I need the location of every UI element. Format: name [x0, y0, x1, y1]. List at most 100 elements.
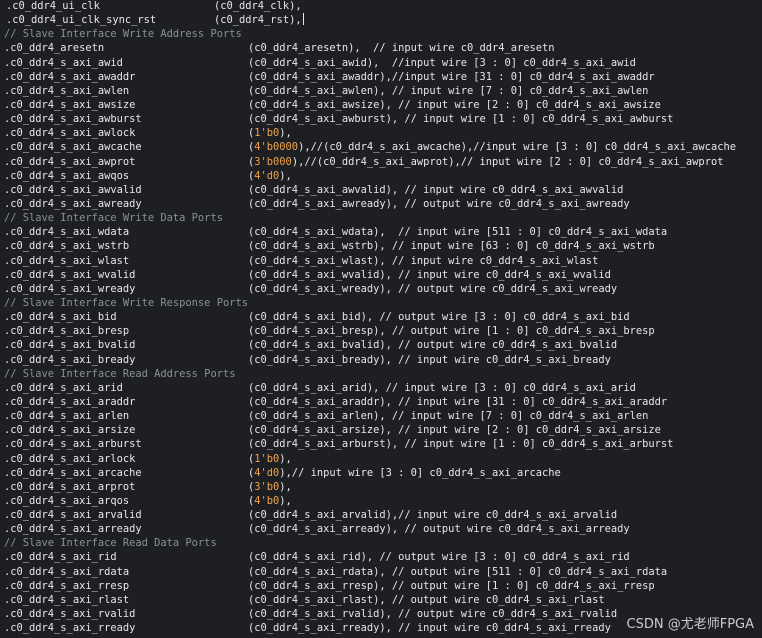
code-line[interactable]: .c0_ddr4_s_axi_wvalid (c0_ddr4_s_axi_wval…: [0, 268, 762, 282]
port-name: .c0_ddr4_s_axi_arid: [4, 381, 123, 394]
port-name: .c0_ddr4_s_axi_awburst: [4, 113, 142, 126]
connection-text: (c0_ddr4_s_axi_rready), // input wire c0…: [248, 622, 611, 635]
code-line[interactable]: .c0_ddr4_s_axi_awvalid (c0_ddr4_s_axi_awv…: [0, 183, 762, 197]
comment-text: // Slave Interface Write Address Ports: [4, 28, 242, 41]
port-connection: (c0_ddr4_s_axi_wstrb), // input wire [63…: [248, 239, 655, 253]
comment-text: // Slave Interface Write Response Ports: [4, 296, 248, 309]
port-name: .c0_ddr4_s_axi_rlast: [4, 593, 130, 606]
code-line[interactable]: .c0_ddr4_s_axi_rid (c0_ddr4_s_axi_rid), /…: [0, 550, 762, 564]
code-line[interactable]: .c0_ddr4_s_axi_rresp (c0_ddr4_s_axi_rresp…: [0, 579, 762, 593]
port-connection: (c0_ddr4_s_axi_awlen), // input wire [7 …: [248, 84, 648, 98]
code-line[interactable]: .c0_ddr4_s_axi_bvalid (c0_ddr4_s_axi_bval…: [0, 338, 762, 352]
code-line[interactable]: .c0_ddr4_s_axi_awready (c0_ddr4_s_axi_awr…: [0, 197, 762, 211]
code-comment-line[interactable]: // Slave Interface Read Data Ports: [0, 536, 762, 550]
port-connection: (c0_ddr4_s_axi_wlast), // input wire c0_…: [248, 254, 598, 268]
port-name: .c0_ddr4_s_axi_rresp: [4, 579, 130, 592]
code-line[interactable]: .c0_ddr4_aresetn (c0_ddr4_aresetn), // in…: [0, 41, 762, 55]
code-line[interactable]: .c0_ddr4_s_axi_arready (c0_ddr4_s_axi_arr…: [0, 522, 762, 536]
connection-text: (c0_ddr4_s_axi_rid), // output wire [3 :…: [248, 551, 630, 564]
code-line[interactable]: .c0_ddr4_s_axi_arvalid (c0_ddr4_s_axi_arv…: [0, 508, 762, 522]
connection-text: (c0_ddr4_aresetn), // input wire c0_ddr4…: [248, 42, 555, 55]
code-comment-line[interactable]: // Slave Interface Read Address Ports: [0, 367, 762, 381]
code-line[interactable]: .c0_ddr4_s_axi_awaddr (c0_ddr4_s_axi_awad…: [0, 70, 762, 84]
literal-value: 4'b0: [254, 494, 280, 507]
code-line[interactable]: .c0_ddr4_s_axi_awlock (1'b0),: [0, 126, 762, 140]
code-line[interactable]: .c0_ddr4_ui_clk_sync_rst (c0_ddr4_rst),: [0, 13, 762, 27]
port-connection: (c0_ddr4_s_axi_awsize), // input wire [2…: [248, 98, 661, 112]
code-line[interactable]: .c0_ddr4_s_axi_wdata (c0_ddr4_s_axi_wdata…: [0, 225, 762, 239]
connection-text: (c0_ddr4_s_axi_awburst), // input wire […: [248, 113, 674, 126]
connection-text: (c0_ddr4_s_axi_arburst), // input wire […: [248, 438, 674, 451]
code-line[interactable]: .c0_ddr4_s_axi_arsize (c0_ddr4_s_axi_arsi…: [0, 423, 762, 437]
code-line[interactable]: .c0_ddr4_s_axi_arcache (4'd0),// input wi…: [0, 466, 762, 480]
connection-text: (c0_ddr4_s_axi_awsize), // input wire [2…: [248, 98, 661, 111]
port-connection: (c0_ddr4_s_axi_rvalid), // output wire c…: [248, 607, 617, 621]
code-editor[interactable]: .c0_ddr4_ui_clk (c0_ddr4_clk), .c0_ddr4_ui…: [0, 0, 762, 635]
code-line[interactable]: .c0_ddr4_s_axi_arid (c0_ddr4_s_axi_arid),…: [0, 381, 762, 395]
literal-value: 4'b0000: [254, 141, 299, 154]
connection-text: (c0_ddr4_s_axi_bid), // output wire [3 :…: [248, 311, 630, 324]
port-connection: (c0_ddr4_s_axi_bvalid), // output wire c…: [248, 338, 617, 352]
connection-text: (c0_ddr4_s_axi_rresp), // output wire [1…: [248, 579, 655, 592]
code-line[interactable]: .c0_ddr4_s_axi_bready (c0_ddr4_s_axi_brea…: [0, 353, 762, 367]
connection-text: (c0_ddr4_s_axi_rvalid), // output wire c…: [248, 608, 618, 621]
code-line[interactable]: .c0_ddr4_s_axi_rdata (c0_ddr4_s_axi_rdata…: [0, 565, 762, 579]
code-line[interactable]: .c0_ddr4_s_axi_arlen (c0_ddr4_s_axi_arlen…: [0, 409, 762, 423]
connection-tail: ),//(c0_ddr4_s_axi_awprot),// input wire…: [291, 155, 724, 168]
connection-tail: ),: [279, 127, 292, 140]
port-connection: (c0_ddr4_s_axi_awaddr),//input wire [31 …: [248, 70, 655, 84]
port-name: .c0_ddr4_ui_clk: [6, 0, 100, 12]
connection-tail: ),: [279, 169, 292, 182]
port-name: .c0_ddr4_s_axi_wlast: [4, 254, 130, 267]
port-name: .c0_ddr4_s_axi_araddr: [4, 395, 136, 408]
port-connection: (c0_ddr4_s_axi_bid), // output wire [3 :…: [248, 310, 630, 324]
literal-value: 3'b0: [254, 480, 280, 493]
code-line[interactable]: .c0_ddr4_s_axi_arprot (3'b0),: [0, 480, 762, 494]
code-comment-line[interactable]: // Slave Interface Write Address Ports: [0, 27, 762, 41]
code-line[interactable]: .c0_ddr4_s_axi_wready (c0_ddr4_s_axi_wrea…: [0, 282, 762, 296]
code-line[interactable]: .c0_ddr4_s_axi_rlast (c0_ddr4_s_axi_rlast…: [0, 593, 762, 607]
code-line[interactable]: .c0_ddr4_s_axi_awcache (4'b0000),//(c0_dd…: [0, 140, 762, 154]
port-name: .c0_ddr4_s_axi_awcache: [4, 141, 142, 154]
port-connection: (c0_ddr4_s_axi_rready), // input wire c0…: [248, 621, 611, 635]
code-line[interactable]: .c0_ddr4_s_axi_bid (c0_ddr4_s_axi_bid), /…: [0, 310, 762, 324]
literal-value: 4'd0: [254, 466, 280, 479]
port-connection: (c0_ddr4_s_axi_bresp), // output wire [1…: [248, 324, 655, 338]
port-name: .c0_ddr4_aresetn: [4, 42, 105, 55]
port-name: .c0_ddr4_s_axi_arprot: [4, 480, 136, 493]
connection-text: (c0_ddr4_s_axi_arvalid),// input wire c0…: [248, 509, 618, 522]
port-connection: (4'd0),// input wire [3 : 0] c0_ddr4_s_a…: [248, 466, 561, 480]
code-line[interactable]: .c0_ddr4_s_axi_bresp (c0_ddr4_s_axi_bresp…: [0, 324, 762, 338]
code-line[interactable]: .c0_ddr4_s_axi_wstrb (c0_ddr4_s_axi_wstrb…: [0, 239, 762, 253]
code-line[interactable]: .c0_ddr4_s_axi_araddr (c0_ddr4_s_axi_arad…: [0, 395, 762, 409]
literal-value: 4'd0: [254, 169, 280, 182]
port-connection: (c0_ddr4_s_axi_awburst), // input wire […: [248, 112, 673, 126]
code-line[interactable]: .c0_ddr4_s_axi_arburst (c0_ddr4_s_axi_arb…: [0, 437, 762, 451]
port-name: .c0_ddr4_s_axi_awaddr: [4, 70, 136, 83]
code-line[interactable]: .c0_ddr4_s_axi_arqos (4'b0),: [0, 494, 762, 508]
connection-text: (c0_ddr4_s_axi_wdata), // input wire [51…: [248, 226, 668, 239]
code-line[interactable]: .c0_ddr4_ui_clk (c0_ddr4_clk),: [0, 0, 762, 13]
code-line[interactable]: .c0_ddr4_s_axi_awprot (3'b000),//(c0_ddr4…: [0, 155, 762, 169]
port-connection: (c0_ddr4_s_axi_wready), // output wire c…: [248, 282, 617, 296]
code-comment-line[interactable]: // Slave Interface Write Data Ports: [0, 211, 762, 225]
code-line[interactable]: .c0_ddr4_s_axi_arlock (1'b0),: [0, 452, 762, 466]
code-line[interactable]: .c0_ddr4_s_axi_awsize (c0_ddr4_s_axi_awsi…: [0, 98, 762, 112]
comment-text: // Slave Interface Write Data Ports: [4, 212, 223, 225]
connection-text: (c0_ddr4_s_axi_bvalid), // output wire c…: [248, 339, 618, 352]
code-line[interactable]: .c0_ddr4_s_axi_wlast (c0_ddr4_s_axi_wlast…: [0, 254, 762, 268]
port-connection: (c0_ddr4_s_axi_arlen), // input wire [7 …: [248, 409, 648, 423]
port-connection: (3'b000),//(c0_ddr4_s_axi_awprot),// inp…: [248, 155, 723, 169]
code-line[interactable]: .c0_ddr4_s_axi_awid (c0_ddr4_s_axi_awid),…: [0, 56, 762, 70]
connection-text: (c0_ddr4_s_axi_arid), // input wire [3 :…: [248, 381, 636, 394]
code-comment-line[interactable]: // Slave Interface Write Response Ports: [0, 296, 762, 310]
connection-tail: ),//(c0_ddr4_s_axi_awcache),//input wire…: [298, 141, 736, 154]
code-line[interactable]: .c0_ddr4_s_axi_awburst (c0_ddr4_s_axi_awb…: [0, 112, 762, 126]
port-name: .c0_ddr4_s_axi_awqos: [4, 169, 130, 182]
connection-text: (c0_ddr4_s_axi_wlast), // input wire c0_…: [248, 254, 599, 267]
code-line[interactable]: .c0_ddr4_s_axi_awlen (c0_ddr4_s_axi_awlen…: [0, 84, 762, 98]
connection-text: (c0_ddr4_s_axi_arready), // output wire …: [248, 523, 630, 536]
port-name: .c0_ddr4_s_axi_wvalid: [4, 268, 136, 281]
port-name: .c0_ddr4_ui_clk_sync_rst: [6, 14, 157, 27]
code-line[interactable]: .c0_ddr4_s_axi_awqos (4'd0),: [0, 169, 762, 183]
